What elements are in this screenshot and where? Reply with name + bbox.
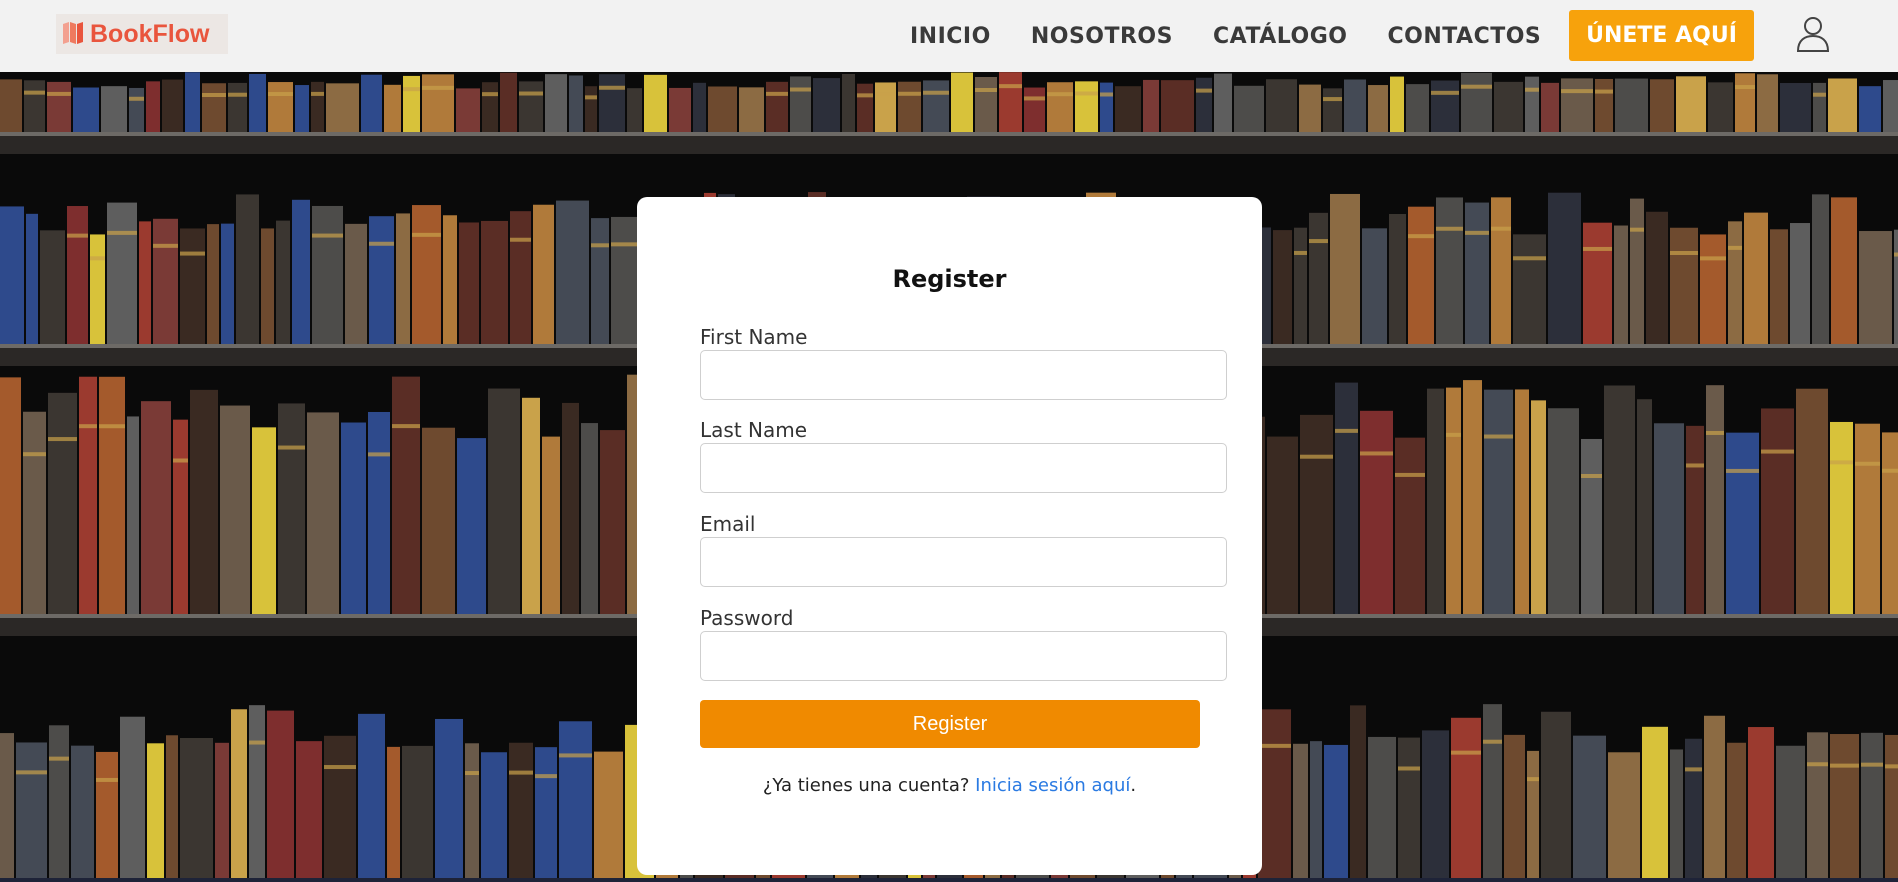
email-input[interactable] [700,537,1227,587]
login-link[interactable]: Inicia sesión aquí [975,775,1130,796]
password-input[interactable] [700,631,1227,681]
form-title: Register [892,265,1007,293]
login-suffix: . [1130,775,1137,796]
last-name-label: Last Name [700,418,808,442]
nav-catalogo[interactable]: CATÁLOGO [1213,24,1348,49]
top-navbar: BookFlow INICIO NOSOTROS CATÁLOGO CONTAC… [0,0,1898,72]
nav-inicio[interactable]: INICIO [910,24,991,49]
login-prompt-row: ¿Ya tienes una cuenta? Inicia sesión aqu… [637,775,1262,796]
join-button[interactable]: ÚNETE AQUÍ [1569,10,1754,61]
user-icon[interactable] [1793,13,1833,53]
last-name-input[interactable] [700,443,1227,493]
login-prompt-text: ¿Ya tienes una cuenta? [762,775,970,796]
register-button[interactable]: Register [700,700,1200,748]
email-label: Email [700,512,756,536]
bottom-border [0,878,1898,882]
register-card: Register First Name Last Name Email Pass… [637,197,1262,875]
nav-nosotros[interactable]: NOSOTROS [1031,24,1173,49]
brand-name: BookFlow [90,19,210,48]
brand-logo[interactable]: BookFlow [56,14,228,54]
nav-contactos[interactable]: CONTACTOS [1387,24,1541,49]
nav-links: INICIO NOSOTROS CATÁLOGO CONTACTOS [910,0,1581,72]
first-name-label: First Name [700,325,808,349]
first-name-input[interactable] [700,350,1227,400]
books-icon [60,18,88,51]
password-label: Password [700,606,794,630]
